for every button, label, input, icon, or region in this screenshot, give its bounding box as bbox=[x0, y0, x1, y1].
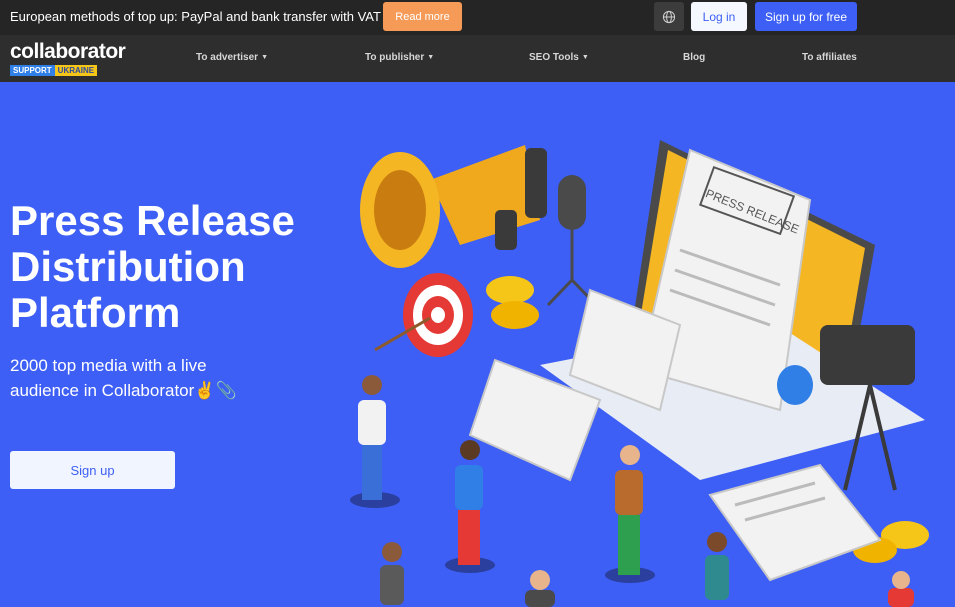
newspaper-icon bbox=[708, 463, 882, 582]
signup-free-button[interactable]: Sign up for free bbox=[755, 2, 857, 31]
nav-item-blog[interactable]: Blog bbox=[683, 52, 705, 63]
badge-ukraine: UKRAINE bbox=[54, 65, 98, 76]
hero-title: Press Release Distribution Platform bbox=[10, 198, 350, 336]
caret-down-icon: ▼ bbox=[581, 54, 589, 61]
logo-text: collaborator bbox=[10, 40, 126, 63]
nav-item-label: Blog bbox=[683, 52, 706, 63]
globe-icon bbox=[662, 10, 676, 23]
hero-title-line: Platform bbox=[10, 289, 181, 336]
hero-subtitle: 2000 top media with a live audience in C… bbox=[10, 353, 237, 403]
caret-down-icon: ▼ bbox=[427, 54, 435, 61]
hero-signup-button[interactable]: Sign up bbox=[10, 451, 175, 489]
nav-item-label: To advertiser bbox=[196, 52, 259, 63]
language-button[interactable] bbox=[654, 2, 684, 31]
nav-item-publisher[interactable]: To publisher ▼ bbox=[365, 52, 434, 63]
main-nav: collaborator SUPPORT UKRAINE To advertis… bbox=[0, 35, 955, 82]
nav-item-label: To publisher bbox=[365, 52, 425, 63]
hero-title-line: Press Release bbox=[10, 197, 295, 244]
caret-down-icon: ▼ bbox=[261, 54, 268, 61]
logo[interactable]: collaborator SUPPORT UKRAINE bbox=[10, 40, 126, 76]
nav-item-label: SEO Tools bbox=[529, 52, 579, 63]
login-button[interactable]: Log in bbox=[691, 2, 747, 31]
support-ukraine-badge: SUPPORT UKRAINE bbox=[10, 65, 125, 76]
nav-item-label: To affiliates bbox=[802, 52, 857, 63]
promo-bar: European methods of top up: PayPal and b… bbox=[0, 0, 955, 35]
press-release-illustration: PRESS RELEASE bbox=[350, 140, 929, 607]
target-icon bbox=[374, 273, 473, 357]
megaphone-icon bbox=[360, 145, 547, 268]
read-more-button[interactable]: Read more bbox=[383, 2, 462, 31]
microphone-icon bbox=[546, 175, 598, 307]
badge-support: SUPPORT bbox=[10, 65, 55, 76]
promo-text: European methods of top up: PayPal and b… bbox=[10, 9, 381, 24]
hero-subtitle-line: audience in Collaborator✌️📎 bbox=[10, 381, 237, 400]
nav-item-advertiser[interactable]: To advertiser ▼ bbox=[196, 52, 268, 63]
hero-subtitle-line: 2000 top media with a live bbox=[10, 356, 207, 375]
nav-item-affiliates[interactable]: To affiliates bbox=[802, 52, 857, 63]
hero-title-line: Distribution bbox=[10, 243, 246, 290]
nav-item-seo-tools[interactable]: SEO Tools ▼ bbox=[529, 52, 589, 63]
